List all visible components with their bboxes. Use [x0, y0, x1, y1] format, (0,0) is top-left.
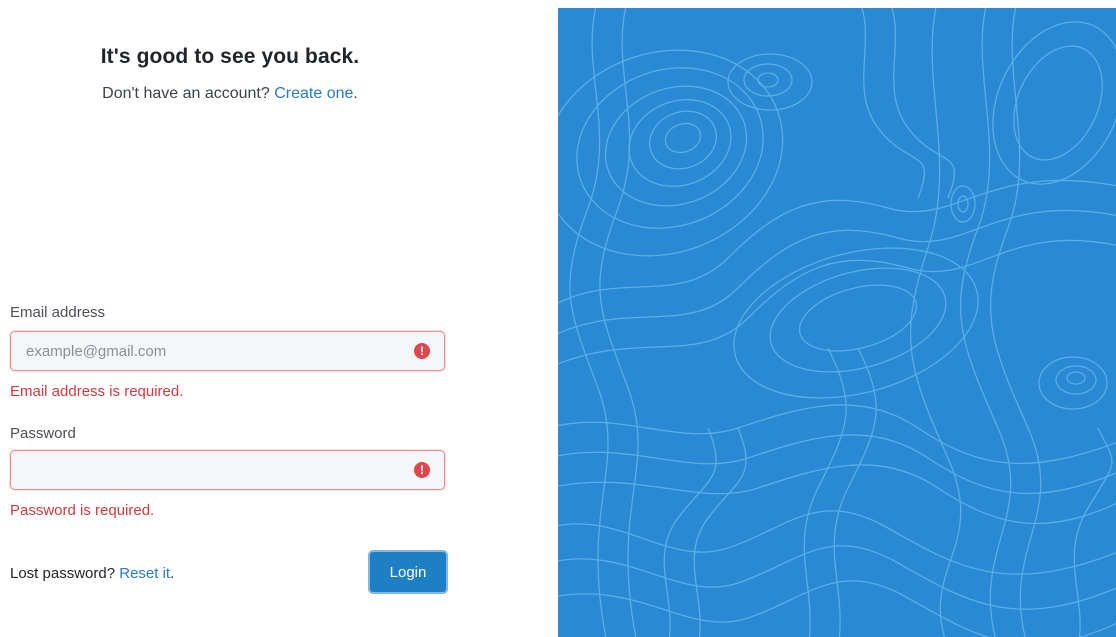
- password-error-message: Password is required.: [10, 502, 155, 519]
- login-page: It's good to see you back. Don't have an…: [0, 0, 1116, 637]
- reset-password-link[interactable]: Reset it: [119, 565, 170, 582]
- lost-password-period: .: [170, 565, 175, 582]
- page-title: It's good to see you back.: [100, 45, 360, 68]
- lost-password-text: Lost password?: [10, 565, 116, 582]
- email-field[interactable]: [11, 332, 444, 370]
- signup-prompt-period: .: [353, 85, 358, 102]
- email-error-message: Email address is required.: [10, 383, 184, 400]
- signup-prompt: Don't have an account? Create one.: [0, 85, 460, 103]
- signup-prompt-text: Don't have an account?: [102, 85, 270, 102]
- topographic-pattern: [558, 8, 1116, 637]
- login-panel: It's good to see you back. Don't have an…: [0, 0, 558, 637]
- password-field-wrapper: !: [10, 450, 445, 490]
- topographic-background-panel: [558, 8, 1116, 637]
- login-button[interactable]: Login: [368, 550, 448, 594]
- email-label: Email address: [10, 304, 106, 321]
- create-account-link[interactable]: Create one: [274, 85, 353, 102]
- exclamation-circle-icon: !: [414, 462, 430, 478]
- password-field[interactable]: [11, 451, 444, 489]
- email-field-wrapper: !: [10, 331, 445, 371]
- exclamation-circle-icon: !: [414, 343, 430, 359]
- password-label: Password: [10, 425, 76, 442]
- lost-password-prompt: Lost password? Reset it.: [10, 565, 174, 582]
